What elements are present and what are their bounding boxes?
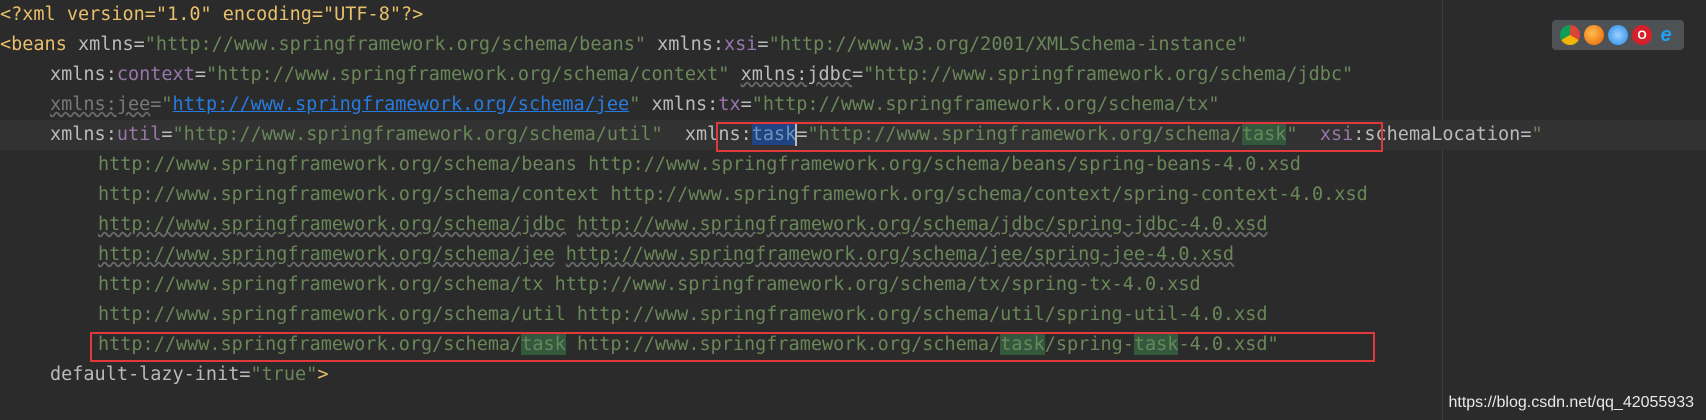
chrome-icon[interactable] <box>1560 25 1580 45</box>
tag-close: > <box>317 364 329 385</box>
xmlns-attr: xmlns= <box>66 34 145 55</box>
equals: = <box>740 94 752 115</box>
code-line-6[interactable]: http://www.springframework.org/schema/be… <box>0 150 1706 180</box>
quote: " <box>1531 124 1543 145</box>
browser-preview-bar: O e <box>1552 20 1684 50</box>
xmlns-context-prefix: xmlns <box>50 64 106 85</box>
beans-open-tag: <beans <box>0 34 67 55</box>
schema-location-attr: schemaLocation <box>1364 124 1521 145</box>
safari-icon[interactable] <box>1608 25 1628 45</box>
xmlns-value: "http://www.springframework.org/schema/b… <box>144 34 647 55</box>
opera-icon[interactable]: O <box>1632 25 1652 45</box>
xmlns-util-prefix: xmlns <box>50 124 106 145</box>
equals: = <box>150 94 162 115</box>
xmlns-jdbc-attr: xmlns:jdbc <box>740 64 852 85</box>
firefox-icon[interactable] <box>1584 25 1604 45</box>
xml-declaration: <?xml version="1.0" encoding="UTF-8"?> <box>0 4 424 25</box>
ie-icon[interactable]: e <box>1656 24 1676 46</box>
schema-jee-xsd: http://www.springframework.org/schema/je… <box>565 244 1235 265</box>
equals: = <box>239 364 251 385</box>
highlight-box-task-namespace <box>716 122 1383 152</box>
code-line-8[interactable]: http://www.springframework.org/schema/jd… <box>0 210 1706 240</box>
xsi-local: xsi <box>724 34 758 55</box>
code-line-10[interactable]: http://www.springframework.org/schema/tx… <box>0 270 1706 300</box>
schema-util: http://www.springframework.org/schema/ut… <box>98 304 1268 325</box>
watermark-text: https://blog.csdn.net/qq_42055933 <box>1448 394 1694 411</box>
tx-local: tx <box>718 94 741 115</box>
code-line-11[interactable]: http://www.springframework.org/schema/ut… <box>0 300 1706 330</box>
schema-tx: http://www.springframework.org/schema/tx… <box>98 274 1201 295</box>
jee-link[interactable]: http://www.springframework.org/schema/je… <box>173 94 630 115</box>
equals: = <box>161 124 173 145</box>
xmlns-jee-attr: xmlns:jee <box>50 94 151 115</box>
lazy-init-value: "true" <box>250 364 318 385</box>
context-value: "http://www.springframework.org/schema/c… <box>205 64 730 85</box>
util-value: "http://www.springframework.org/schema/u… <box>172 124 663 145</box>
code-line-4[interactable]: xmlns:jee="http://www.springframework.or… <box>0 90 1706 120</box>
code-line-3[interactable]: xmlns:context="http://www.springframewor… <box>0 60 1706 90</box>
highlight-box-task-schema <box>90 332 1375 362</box>
jdbc-value: "http://www.springframework.org/schema/j… <box>863 64 1354 85</box>
schema-beans: http://www.springframework.org/schema/be… <box>98 154 1301 175</box>
code-editor[interactable]: <?xml version="1.0" encoding="UTF-8"?> <… <box>0 0 1706 420</box>
lazy-init-attr: default-lazy-init <box>50 364 240 385</box>
quote: " <box>629 94 641 115</box>
colon: : <box>105 124 117 145</box>
code-line-1[interactable]: <?xml version="1.0" encoding="UTF-8"?> <box>0 0 1706 30</box>
context-local: context <box>116 64 195 85</box>
code-line-13[interactable]: default-lazy-init="true"> <box>0 360 1706 390</box>
tx-value: "http://www.springframework.org/schema/t… <box>751 94 1220 115</box>
xmlns-xsi-prefix: xmlns <box>657 34 713 55</box>
schema-jee-ns: http://www.springframework.org/schema/je… <box>98 244 555 265</box>
colon: : <box>712 34 724 55</box>
colon: : <box>105 64 117 85</box>
xmlns-tx-prefix: xmlns <box>651 94 708 115</box>
util-local: util <box>116 124 162 145</box>
schema-context: http://www.springframework.org/schema/co… <box>98 184 1368 205</box>
equals: = <box>851 64 864 85</box>
code-line-7[interactable]: http://www.springframework.org/schema/co… <box>0 180 1706 210</box>
equals: = <box>757 34 769 55</box>
code-line-9[interactable]: http://www.springframework.org/schema/je… <box>0 240 1706 270</box>
colon: : <box>707 94 719 115</box>
equals: = <box>194 64 206 85</box>
equals: = <box>1520 124 1532 145</box>
code-line-2[interactable]: <beans xmlns="http://www.springframework… <box>0 30 1706 60</box>
schema-jdbc-xsd: http://www.springframework.org/schema/jd… <box>576 214 1268 235</box>
schema-jdbc-ns: http://www.springframework.org/schema/jd… <box>98 214 566 235</box>
quote: " <box>161 94 173 115</box>
xsi-value: "http://www.w3.org/2001/XMLSchema-instan… <box>768 34 1248 55</box>
